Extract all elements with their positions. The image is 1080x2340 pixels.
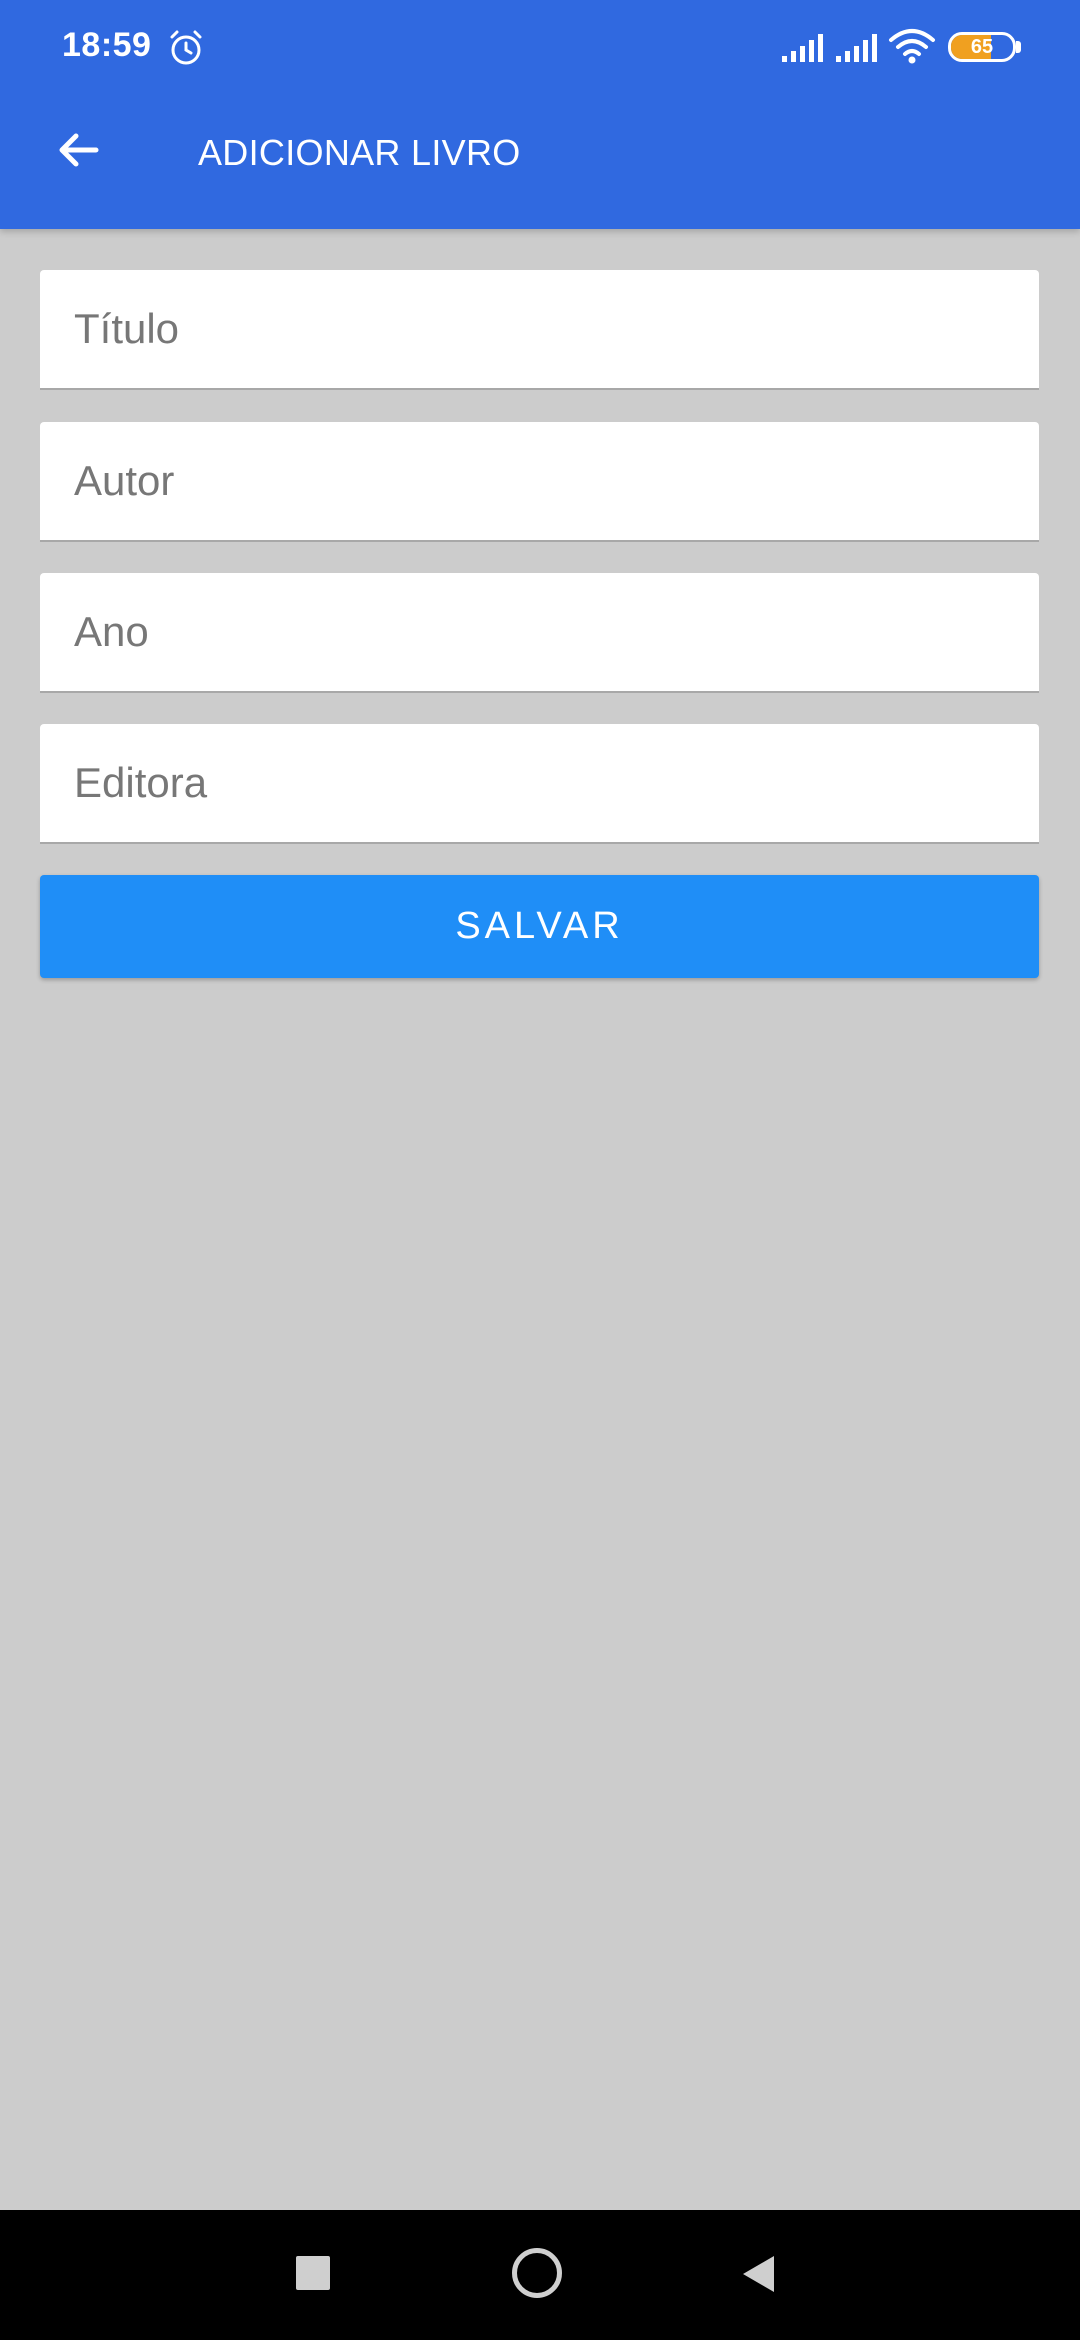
year-field[interactable] — [40, 573, 1039, 693]
title-input[interactable] — [40, 270, 1039, 388]
title-field[interactable] — [40, 270, 1039, 390]
author-field[interactable] — [40, 422, 1039, 542]
publisher-field[interactable] — [40, 724, 1039, 844]
back-icon[interactable] — [740, 2254, 776, 2294]
page-title: ADICIONAR LIVRO — [198, 132, 521, 173]
signal-icon — [782, 34, 823, 62]
navigation-bar — [0, 2210, 1080, 2340]
year-input[interactable] — [40, 573, 1039, 691]
publisher-input[interactable] — [40, 724, 1039, 842]
app-bar: 18:59 65 ADICIONAR LIVRO — [0, 0, 1080, 229]
status-bar: 18:59 65 — [0, 0, 1080, 96]
home-icon[interactable] — [512, 2248, 562, 2298]
battery-tip — [1016, 41, 1021, 53]
alarm-icon — [170, 30, 202, 65]
signal-icon — [836, 34, 877, 62]
back-button[interactable] — [40, 112, 116, 188]
save-button[interactable]: SALVAR — [40, 875, 1039, 978]
battery-icon: 65 — [948, 32, 1016, 62]
arrow-back-icon — [59, 133, 99, 167]
recents-icon[interactable] — [296, 2256, 330, 2290]
battery-level: 65 — [970, 36, 994, 58]
wifi-icon — [889, 29, 935, 64]
status-time: 18:59 — [62, 26, 152, 64]
author-input[interactable] — [40, 422, 1039, 540]
